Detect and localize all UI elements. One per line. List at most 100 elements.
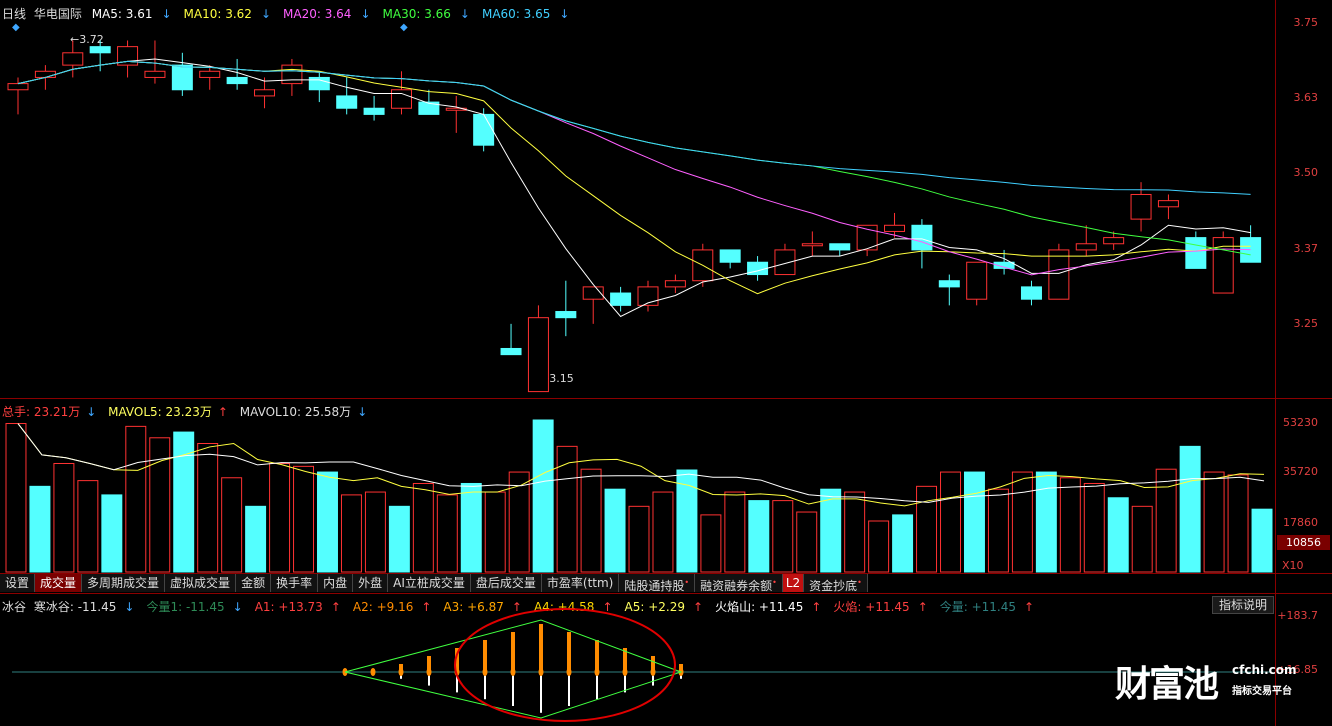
volume-bar <box>245 505 267 573</box>
candle-body <box>171 64 193 91</box>
candle-body <box>500 347 522 356</box>
candle-body <box>1020 286 1042 300</box>
candle-body <box>473 113 495 146</box>
price-tick: 3.37 <box>1293 242 1319 255</box>
volume-bar <box>1227 474 1249 573</box>
candle-body <box>1075 243 1097 251</box>
candle-body <box>911 224 933 251</box>
candle-body <box>199 70 221 78</box>
volume-bar <box>1083 482 1105 573</box>
axis-divider <box>1275 0 1276 726</box>
volume-bar <box>77 480 99 573</box>
volume-bar <box>724 491 746 573</box>
candle-body <box>89 46 111 54</box>
candle-body <box>308 76 330 91</box>
volume-bar <box>820 488 842 573</box>
candle-body <box>336 95 358 109</box>
indicator-dot <box>594 668 600 676</box>
volume-bar <box>1059 477 1081 573</box>
candle-body <box>829 243 851 251</box>
candle-body <box>774 249 796 276</box>
volume-bar <box>53 462 75 573</box>
volume-tick: 53230 <box>1283 416 1318 429</box>
highlight-circle <box>454 608 676 722</box>
indicator-dot <box>622 668 628 676</box>
volume-bar <box>317 471 338 573</box>
volume-bar <box>197 443 219 573</box>
volume-bar <box>963 471 985 573</box>
volume-bar <box>460 482 482 573</box>
indicator-dot <box>398 668 404 676</box>
candle-body <box>254 89 276 97</box>
volume-tick: 17860 <box>1283 516 1318 529</box>
indicator-dot <box>538 668 544 676</box>
volume-bar <box>580 468 602 573</box>
indicator-dot <box>650 668 656 676</box>
candle-body <box>62 52 84 66</box>
price-tick: 3.50 <box>1293 166 1319 179</box>
volume-bar <box>221 477 243 573</box>
volume-bar <box>796 511 818 573</box>
price-tick: 3.75 <box>1293 16 1319 29</box>
candle-body <box>1157 200 1179 208</box>
volume-bar <box>916 485 938 573</box>
ma60-line <box>17 60 1251 195</box>
price-tick: 3.25 <box>1293 317 1319 330</box>
volume-bar <box>844 491 866 573</box>
volume-bar <box>1107 497 1129 573</box>
candle-body <box>610 292 632 306</box>
volume-bar <box>388 505 410 573</box>
indicator-dot <box>482 668 488 676</box>
candle-body <box>527 317 549 393</box>
volume-unit: X10 <box>1282 559 1304 572</box>
volume-bar <box>772 500 794 573</box>
watermark-domain: cfchi.com <box>1232 663 1297 677</box>
candle-body <box>363 107 385 115</box>
volume-bar <box>436 494 458 573</box>
volume-bar <box>700 514 722 573</box>
candle-body <box>801 243 823 247</box>
candle-body <box>144 70 166 78</box>
ma20-line <box>17 60 1251 276</box>
volume-bar <box>604 488 626 573</box>
volume-bar <box>293 465 315 573</box>
volume-bar <box>892 514 914 573</box>
volume-bar <box>1131 505 1153 573</box>
candle-body <box>1048 249 1070 300</box>
volume-bar <box>508 471 530 573</box>
candle-body <box>281 64 303 85</box>
volume-bar <box>340 494 362 573</box>
volume-bar <box>940 471 961 573</box>
watermark-main: 财富池 <box>1115 664 1219 705</box>
volume-bar <box>1179 445 1201 573</box>
candle-body <box>7 83 29 91</box>
volume-bar <box>556 445 578 573</box>
volume-bar <box>652 491 674 573</box>
candle-body <box>1185 237 1207 269</box>
indicator-dot <box>510 668 516 676</box>
candle-body <box>390 89 412 109</box>
volume-bar <box>1251 508 1273 573</box>
candle-body <box>719 249 741 263</box>
candle-body <box>555 311 577 319</box>
candle-body <box>664 280 686 288</box>
volume-bar <box>412 482 434 573</box>
candle-body <box>34 70 56 78</box>
volume-bar <box>5 423 27 573</box>
candle-body <box>1130 193 1152 220</box>
chart-canvas[interactable] <box>0 0 1275 726</box>
indicator-dot <box>426 668 432 676</box>
volume-bar <box>29 485 51 573</box>
volume-bar <box>101 494 123 573</box>
volume-bar <box>1035 471 1057 573</box>
candle-body <box>938 280 960 288</box>
volume-bar <box>1011 471 1033 573</box>
volume-bar <box>364 491 386 573</box>
watermark: 财富池 cfchi.com 指标交易平台 <box>1115 655 1297 707</box>
volume-bar <box>1203 471 1225 573</box>
candle-body <box>966 261 988 300</box>
volume-bar <box>628 505 650 573</box>
volume-bar <box>748 500 770 573</box>
volume-bar <box>484 491 506 573</box>
indicator-dot <box>370 668 376 676</box>
